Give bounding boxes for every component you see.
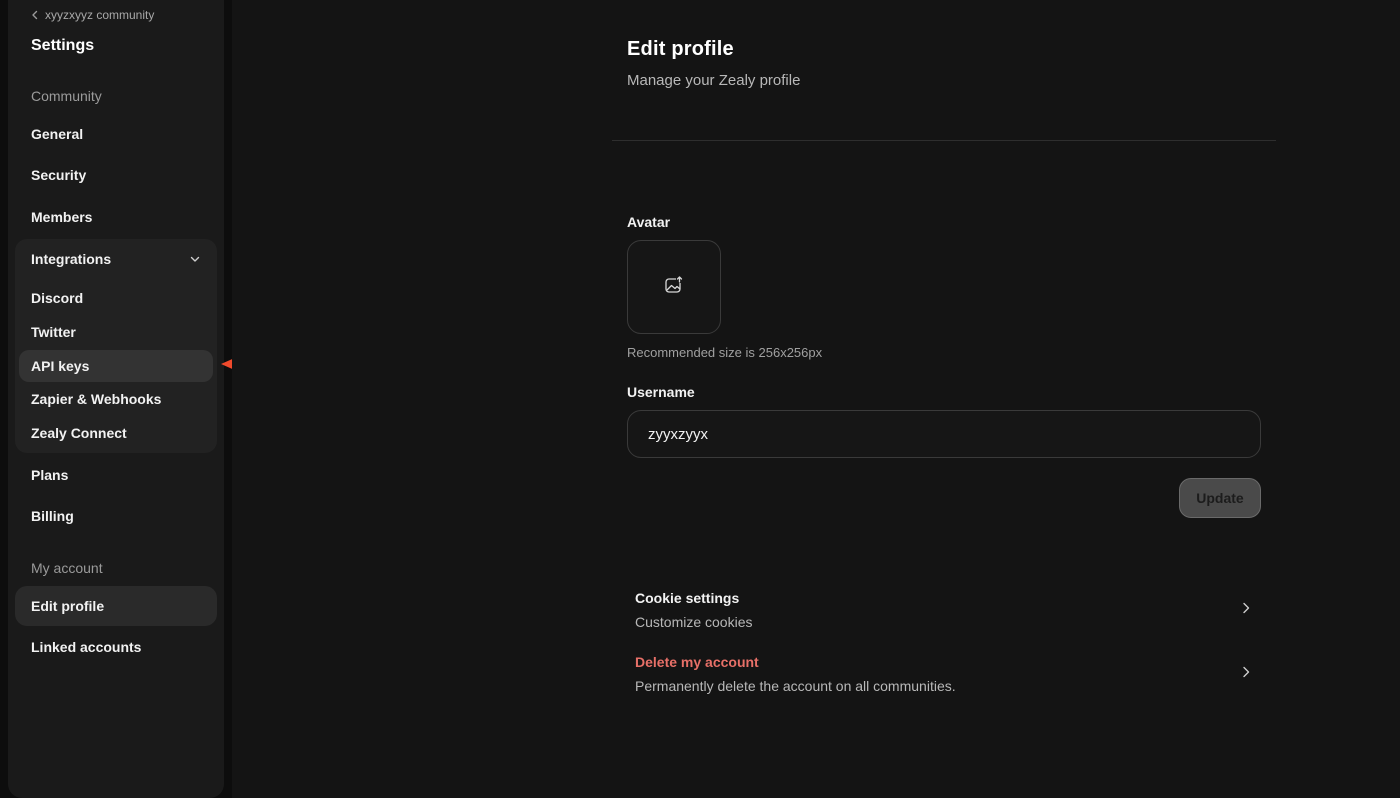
avatar-label: Avatar	[627, 214, 671, 230]
sidebar-subitem-discord[interactable]: Discord	[19, 282, 213, 314]
header-divider	[612, 140, 1276, 141]
sidebar-item-label: Integrations	[31, 251, 112, 267]
update-button[interactable]: Update	[1179, 478, 1261, 518]
sidebar-item-label: API keys	[31, 358, 90, 374]
sidebar-subitem-zapier-webhooks[interactable]: Zapier & Webhooks	[19, 383, 213, 415]
page-title: Edit profile	[627, 38, 734, 60]
sidebar-item-integrations[interactable]: Integrations	[15, 239, 217, 279]
sidebar-item-label: Plans	[31, 467, 69, 483]
sidebar-item-label: Linked accounts	[31, 639, 142, 655]
sidebar-subitem-api-keys[interactable]: API keys	[19, 350, 213, 382]
sidebar-item-security[interactable]: Security	[15, 155, 217, 195]
back-to-community-link[interactable]: xyyzxyyz community	[31, 8, 154, 22]
cookie-settings-description: Customize cookies	[635, 614, 753, 630]
main-content: Edit profile Manage your Zealy profile A…	[232, 0, 1400, 798]
sidebar-item-plans[interactable]: Plans	[15, 455, 217, 495]
sidebar-item-label: Billing	[31, 508, 74, 524]
username-label: Username	[627, 384, 695, 400]
sidebar-item-label: Twitter	[31, 324, 76, 340]
section-label-community: Community	[31, 88, 102, 104]
cookie-settings-row[interactable]: Cookie settings Customize cookies	[627, 590, 1261, 640]
delete-account-title: Delete my account	[635, 654, 759, 670]
sidebar-item-label: Zealy Connect	[31, 425, 127, 441]
sidebar-item-members[interactable]: Members	[15, 197, 217, 237]
section-label-my-account: My account	[31, 560, 103, 576]
sidebar-item-linked-accounts[interactable]: Linked accounts	[15, 627, 217, 667]
sidebar-title: Settings	[31, 37, 95, 54]
username-input[interactable]	[627, 410, 1261, 458]
sidebar-item-general[interactable]: General	[15, 114, 217, 154]
delete-account-description: Permanently delete the account on all co…	[635, 678, 956, 694]
sidebar-item-label: Discord	[31, 290, 84, 306]
sidebar-item-label: Members	[31, 209, 93, 225]
sidebar-subitem-zealy-connect[interactable]: Zealy Connect	[19, 417, 213, 449]
back-link-label: xyyzxyyz community	[45, 8, 155, 22]
cookie-settings-title: Cookie settings	[635, 590, 740, 606]
sidebar-item-billing[interactable]: Billing	[15, 496, 217, 536]
chevron-right-icon	[1241, 601, 1251, 620]
sidebar-item-edit-profile[interactable]: Edit profile	[15, 586, 217, 626]
integrations-group: Integrations Discord Twitter API keys Za…	[15, 239, 217, 453]
avatar-upload-button[interactable]	[627, 240, 721, 334]
page-subtitle: Manage your Zealy profile	[627, 72, 801, 89]
avatar-size-hint: Recommended size is 256x256px	[627, 345, 823, 360]
image-upload-icon	[664, 275, 684, 300]
sidebar-item-label: Edit profile	[31, 598, 105, 614]
sidebar: xyyzxyyz community Settings Community Ge…	[0, 0, 232, 798]
sidebar-item-label: Security	[31, 167, 87, 183]
sidebar-item-label: Zapier & Webhooks	[31, 391, 162, 407]
chevron-down-icon	[189, 252, 201, 268]
chevron-right-icon	[1241, 665, 1251, 684]
delete-account-row[interactable]: Delete my account Permanently delete the…	[627, 654, 1261, 704]
chevron-left-icon	[31, 10, 39, 20]
app-window: xyyzxyyz community Settings Community Ge…	[0, 0, 1400, 798]
sidebar-panel: xyyzxyyz community Settings Community Ge…	[8, 0, 224, 798]
sidebar-subitem-twitter[interactable]: Twitter	[19, 316, 213, 348]
sidebar-item-label: General	[31, 126, 84, 142]
